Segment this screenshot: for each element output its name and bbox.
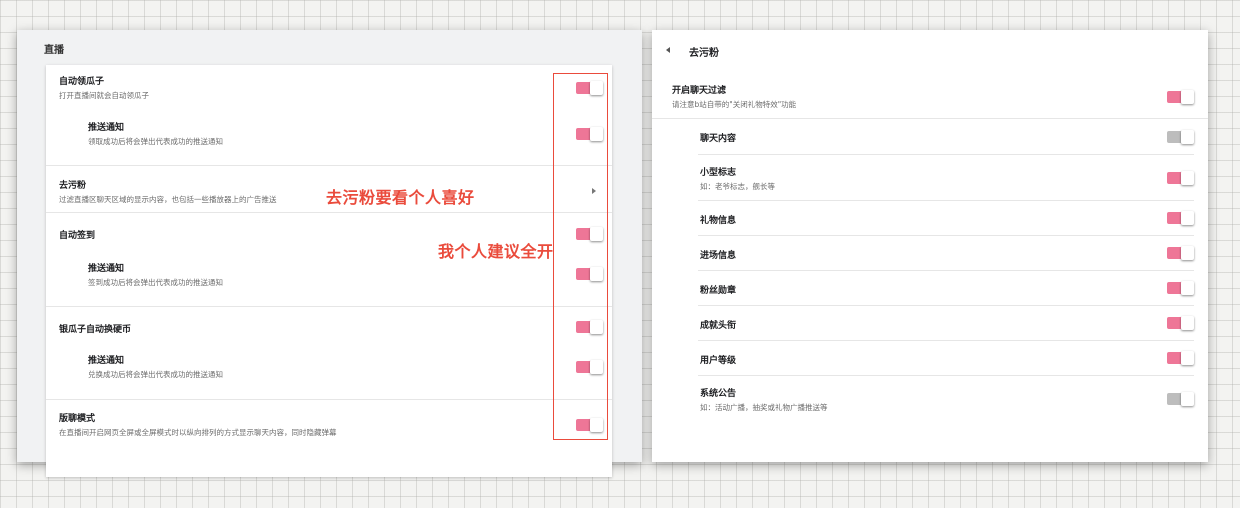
toggle-knob: [590, 320, 603, 334]
filter-user-level[interactable]: 用户等级: [652, 341, 1208, 376]
auto-sign-in-toggle[interactable]: [576, 227, 603, 241]
back-arrow-icon[interactable]: [666, 47, 670, 53]
setting-title: 推送通知: [88, 264, 125, 274]
setting-subtitle: 如：活动广播，抽奖或礼物广播推送等: [700, 403, 828, 412]
filter-small-badges[interactable]: 小型标志 如：老爷标志，舰长等: [652, 155, 1208, 200]
annotation-note-enable-all: 我个人建议全开: [438, 242, 554, 261]
filter-entry-info[interactable]: 进场信息: [652, 236, 1208, 271]
user-level-toggle[interactable]: [1167, 351, 1194, 365]
setting-chat-mode[interactable]: 版聊模式 在直播间开启网页全屏或全屏模式时以纵向排列的方式显示聊天内容，同时隐藏…: [46, 400, 612, 477]
setting-title: 礼物信息: [700, 216, 737, 226]
setting-title: 用户等级: [700, 356, 737, 366]
setting-title: 自动领瓜子: [59, 77, 105, 87]
toggle-knob: [1181, 90, 1194, 104]
silver-to-coin-toggle[interactable]: [576, 320, 603, 334]
chat-mode-toggle[interactable]: [576, 418, 603, 432]
setting-title: 银瓜子自动换硬币: [59, 325, 132, 335]
system-announcement-toggle[interactable]: [1167, 392, 1194, 406]
filter-system-announcement[interactable]: 系统公告 如：活动广播，抽奖或礼物广播推送等: [652, 376, 1208, 424]
toggle-knob: [1181, 281, 1194, 295]
toggle-knob: [1181, 171, 1194, 185]
setting-subtitle: 在直播间开启网页全屏或全屏模式时以纵向排列的方式显示聊天内容，同时隐藏弹幕: [59, 428, 337, 437]
setting-collect-push-notify[interactable]: 推送通知 领取成功后将会弹出代表成功的推送通知: [46, 111, 612, 159]
chat-content-toggle[interactable]: [1167, 130, 1194, 144]
section-title: 直播: [44, 45, 64, 56]
chat-filter-panel: 去污粉 开启聊天过滤 请注意b站自带的"关闭礼物特效"功能 聊天内容 小型标志 …: [652, 30, 1208, 462]
filter-achievement-title[interactable]: 成就头衔: [652, 306, 1208, 341]
setting-title: 版聊模式: [59, 414, 96, 424]
toggle-knob: [1181, 392, 1194, 406]
setting-title: 进场信息: [700, 251, 737, 261]
live-settings-card: 自动领瓜子 打开直播间就会自动领瓜子 推送通知 领取成功后将会弹出代表成功的推送…: [46, 65, 612, 477]
setting-title: 系统公告: [700, 389, 737, 399]
setting-exchange-push-notify[interactable]: 推送通知 兑换成功后将会弹出代表成功的推送通知: [46, 347, 612, 399]
setting-subtitle: 过滤直播区聊天区域的显示内容，也包括一些播放器上的广告推送: [59, 195, 277, 204]
gift-info-toggle[interactable]: [1167, 211, 1194, 225]
setting-title: 自动签到: [59, 231, 96, 241]
achievement-title-toggle[interactable]: [1167, 316, 1194, 330]
setting-title: 聊天内容: [700, 134, 737, 144]
setting-title: 小型标志: [700, 168, 737, 178]
toggle-knob: [1181, 351, 1194, 365]
filter-gift-info[interactable]: 礼物信息: [652, 201, 1208, 236]
setting-subtitle: 如：老爷标志，舰长等: [700, 182, 775, 191]
filter-chat-content[interactable]: 聊天内容: [652, 119, 1208, 154]
toggle-knob: [590, 227, 603, 241]
page-title: 去污粉: [689, 48, 719, 59]
setting-title: 开启聊天过滤: [672, 86, 727, 96]
filter-fan-medal[interactable]: 粉丝勋章: [652, 271, 1208, 306]
setting-title: 去污粉: [59, 181, 87, 191]
setting-subtitle: 请注意b站自带的"关闭礼物特效"功能: [672, 100, 797, 109]
auto-collect-seeds-toggle[interactable]: [576, 81, 603, 95]
annotation-note-filter: 去污粉要看个人喜好: [326, 188, 475, 207]
setting-title: 推送通知: [88, 356, 125, 366]
toggle-knob: [1181, 211, 1194, 225]
setting-subtitle: 打开直播间就会自动领瓜子: [59, 91, 149, 100]
setting-title: 成就头衔: [700, 321, 737, 331]
setting-enable-chat-filter[interactable]: 开启聊天过滤 请注意b站自带的"关闭礼物特效"功能: [652, 80, 1208, 116]
setting-subtitle: 兑换成功后将会弹出代表成功的推送通知: [88, 370, 223, 379]
enable-chat-filter-toggle[interactable]: [1167, 90, 1194, 104]
collect-push-notify-toggle[interactable]: [576, 127, 603, 141]
sign-in-push-notify-toggle[interactable]: [576, 267, 603, 281]
toggle-knob: [1181, 130, 1194, 144]
setting-title: 推送通知: [88, 123, 125, 133]
chevron-right-icon: [592, 188, 596, 194]
small-badges-toggle[interactable]: [1167, 171, 1194, 185]
toggle-knob: [590, 267, 603, 281]
toggle-knob: [1181, 246, 1194, 260]
toggle-knob: [1181, 316, 1194, 330]
toggle-knob: [590, 360, 603, 374]
setting-subtitle: 领取成功后将会弹出代表成功的推送通知: [88, 137, 223, 146]
exchange-push-notify-toggle[interactable]: [576, 360, 603, 374]
setting-auto-collect-seeds[interactable]: 自动领瓜子 打开直播间就会自动领瓜子: [46, 65, 612, 111]
setting-silver-to-coin[interactable]: 银瓜子自动换硬币: [46, 307, 612, 347]
entry-info-toggle[interactable]: [1167, 246, 1194, 260]
setting-title: 粉丝勋章: [700, 286, 737, 296]
toggle-knob: [590, 127, 603, 141]
fan-medal-toggle[interactable]: [1167, 281, 1194, 295]
toggle-knob: [590, 418, 603, 432]
setting-subtitle: 签到成功后将会弹出代表成功的推送通知: [88, 278, 223, 287]
toggle-knob: [590, 81, 603, 95]
